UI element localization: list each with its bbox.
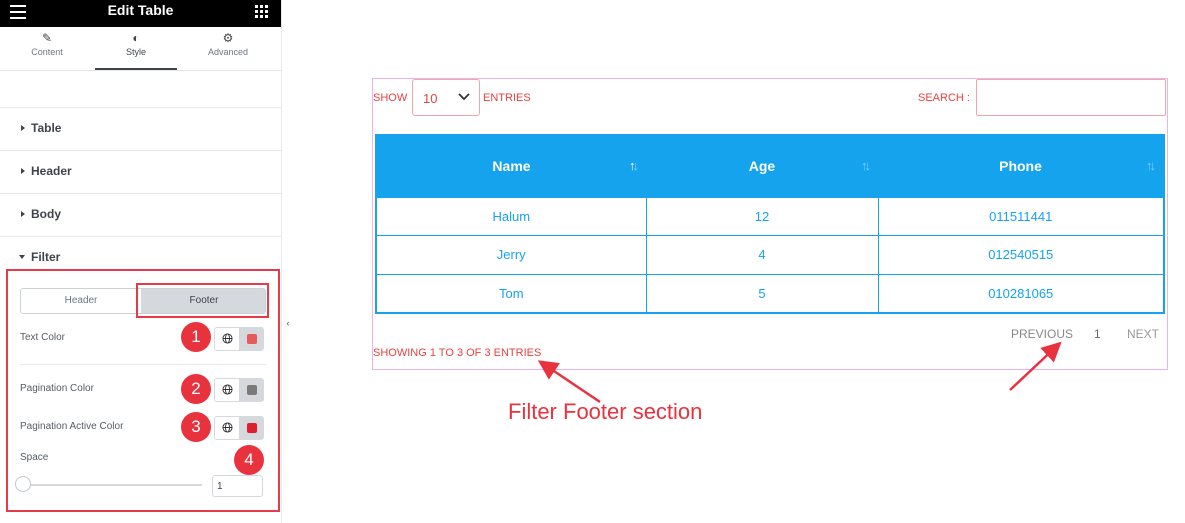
pagination-active-color-label: Pagination Active Color — [20, 421, 124, 432]
table-cell: 010281065 — [877, 273, 1165, 313]
column-header-phone[interactable]: Phone ↑↓ — [878, 135, 1164, 197]
table-row: Jerry 4 012540515 — [375, 235, 1165, 275]
callout-text: Filter Footer section — [508, 399, 703, 424]
half-circle-icon: ◐ — [132, 31, 140, 45]
section-filter-label: Filter — [31, 250, 61, 264]
table-cell: Halum — [375, 196, 647, 236]
divider — [20, 364, 266, 365]
tab-style[interactable]: ◐ Style — [95, 27, 177, 70]
step-badge-2: 2 — [181, 374, 211, 404]
globe-icon[interactable] — [215, 379, 240, 401]
pagination-next[interactable]: NEXT — [1127, 327, 1159, 341]
collapse-panel-chevron-icon[interactable]: ‹ — [282, 310, 294, 336]
pagination-color-control — [214, 378, 264, 402]
column-header-age[interactable]: Age ↑↓ — [646, 135, 878, 197]
pagination-active-color-swatch[interactable] — [240, 417, 263, 439]
tab-advanced[interactable]: ⚙ Advanced — [187, 27, 269, 70]
data-table: Name ↑↓ Age ↑↓ Phone ↑↓ Halum 12 0115114… — [375, 134, 1165, 314]
space-number-input[interactable]: 1 — [212, 475, 263, 497]
globe-icon[interactable] — [215, 417, 240, 439]
apps-grid-icon[interactable] — [255, 5, 268, 18]
editor-panel: Edit Table ✎ Content ◐ Style ⚙ Advanced … — [0, 0, 282, 523]
section-body[interactable]: Body — [0, 193, 281, 236]
pencil-icon: ✎ — [41, 31, 53, 45]
column-header-name[interactable]: Name ↑↓ — [376, 135, 646, 197]
chevron-down-icon — [458, 93, 470, 101]
show-label: SHOW — [373, 92, 408, 104]
section-header[interactable]: Header — [0, 150, 281, 193]
caret-right-icon — [21, 125, 25, 131]
section-body-label: Body — [31, 207, 61, 221]
column-header-label: Phone — [999, 158, 1042, 175]
gear-icon: ⚙ — [222, 31, 234, 45]
section-header-label: Header — [31, 164, 72, 178]
table-cell: 5 — [645, 273, 879, 313]
step-badge-3: 3 — [181, 412, 211, 442]
pagination-color-swatch[interactable] — [240, 379, 263, 401]
tab-content-label: Content — [31, 47, 63, 57]
table-row: Tom 5 010281065 — [375, 273, 1165, 313]
segment-header-button[interactable]: Header — [21, 289, 141, 313]
table-preview: SHOW 10 ENTRIES SEARCH : Name ↑↓ Age ↑↓ … — [372, 78, 1168, 370]
panel-tabs: ✎ Content ◐ Style ⚙ Advanced — [0, 27, 281, 71]
table-cell: 4 — [645, 235, 879, 275]
text-color-label: Text Color — [20, 332, 66, 343]
entries-label: ENTRIES — [483, 92, 531, 104]
tab-content[interactable]: ✎ Content — [6, 27, 88, 70]
caret-down-icon — [19, 255, 25, 259]
entries-info: SHOWING 1 TO 3 OF 3 ENTRIES — [373, 347, 542, 359]
column-header-label: Name — [492, 158, 531, 175]
text-color-control — [214, 327, 264, 351]
entries-select-value: 10 — [423, 91, 438, 106]
space-slider-track[interactable] — [22, 484, 202, 486]
pagination-previous[interactable]: PREVIOUS — [1011, 327, 1073, 341]
pagination-active-color-control — [214, 416, 264, 440]
caret-right-icon — [21, 168, 25, 174]
section-table-label: Table — [31, 121, 62, 135]
text-color-swatch[interactable] — [240, 328, 263, 350]
pagination-color-label: Pagination Color — [20, 383, 94, 394]
section-table[interactable]: Table — [0, 107, 281, 150]
table-row: Halum 12 011511441 — [375, 196, 1165, 236]
table-cell: Tom — [375, 273, 647, 313]
sort-arrows-icon: ↑↓ — [861, 158, 871, 173]
table-cell: 12 — [645, 196, 879, 236]
tab-style-label: Style — [125, 47, 146, 57]
search-label: SEARCH : — [918, 92, 970, 104]
globe-icon[interactable] — [215, 328, 240, 350]
caret-right-icon — [21, 211, 25, 217]
entries-select[interactable]: 10 — [412, 79, 480, 116]
table-cell: Jerry — [375, 235, 647, 275]
pagination-page-1[interactable]: 1 — [1094, 327, 1101, 341]
footer-segment-highlight — [136, 283, 269, 318]
sort-arrows-icon: ↑↓ — [629, 158, 639, 173]
column-header-label: Age — [748, 158, 776, 175]
sort-arrows-icon: ↑↓ — [1146, 158, 1156, 173]
table-cell: 012540515 — [877, 235, 1165, 275]
space-label: Space — [20, 452, 49, 463]
step-badge-1: 1 — [181, 322, 211, 352]
space-slider-handle[interactable] — [15, 476, 31, 492]
step-badge-4: 4 — [234, 445, 264, 475]
search-input[interactable] — [976, 79, 1166, 116]
table-cell: 011511441 — [877, 196, 1165, 236]
tab-advanced-label: Advanced — [207, 47, 249, 57]
filter-controls-highlight: Header Footer Text Color 1 Pagination Co… — [6, 269, 280, 512]
panel-title: Edit Table — [107, 2, 174, 18]
panel-topbar: Edit Table — [0, 0, 281, 27]
